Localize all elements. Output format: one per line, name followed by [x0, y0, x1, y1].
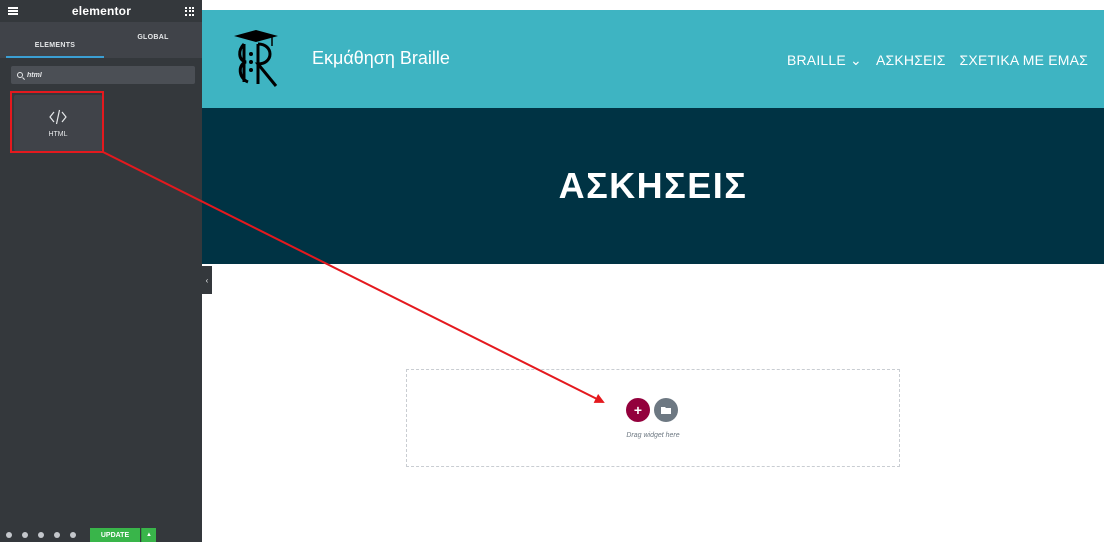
collapse-panel-icon[interactable]: ‹	[202, 266, 212, 294]
dropzone-buttons: +	[626, 398, 678, 422]
update-button[interactable]: UPDATE	[90, 528, 140, 542]
search-input[interactable]	[27, 71, 177, 79]
nav-item-exercises[interactable]: ΑΣΚΗΣΕΙΣ	[876, 52, 946, 69]
preview-eye-icon[interactable]	[70, 532, 76, 538]
tab-global[interactable]: GLOBAL	[104, 14, 202, 70]
page-title: ΑΣΚΗΣΕΙΣ	[558, 165, 748, 206]
add-template-button[interactable]	[654, 398, 678, 422]
tab-global-label: GLOBAL	[137, 34, 169, 41]
dropzone-hint: Drag widget here	[626, 432, 680, 439]
hero-section: ΑΣΚΗΣΕΙΣ	[202, 108, 1104, 264]
history-icon[interactable]	[38, 532, 44, 538]
highlight-box	[10, 91, 104, 153]
nav-item-about[interactable]: ΣΧΕΤΙΚΑ ΜΕ ΕΜΑΣ	[960, 52, 1088, 69]
responsive-icon[interactable]	[54, 532, 60, 538]
folder-icon	[661, 407, 671, 414]
update-options-icon[interactable]: ▲	[141, 528, 156, 542]
sidebar-footer: UPDATE ▲	[0, 528, 202, 542]
search-icon	[17, 72, 23, 78]
menu-icon[interactable]	[8, 7, 18, 15]
site-title[interactable]: Εκμάθηση Braille	[312, 48, 450, 69]
nav-item-braille[interactable]: BRAILLE ⌄	[787, 52, 862, 69]
tab-elements-label: ELEMENTS	[34, 42, 76, 49]
site-nav: BRAILLE ⌄ ΑΣΚΗΣΕΙΣ ΣΧΕΤΙΚΑ ΜΕ ΕΜΑΣ	[787, 52, 1088, 69]
empty-section-dropzone[interactable]: + Drag widget here	[406, 369, 900, 467]
site-header: Εκμάθηση Braille BRAILLE ⌄ ΑΣΚΗΣΕΙΣ ΣΧΕΤ…	[202, 10, 1104, 108]
settings-icon[interactable]	[6, 532, 12, 538]
navigator-icon[interactable]	[22, 532, 28, 538]
editor-sidebar: elementor ELEMENTS GLOBAL HTML UPDATE ▲	[0, 0, 202, 542]
braille-logo	[234, 30, 278, 87]
add-section-button[interactable]: +	[626, 398, 650, 422]
panel-tabs: ELEMENTS GLOBAL	[0, 22, 202, 58]
widget-search[interactable]	[11, 66, 195, 84]
tab-elements[interactable]: ELEMENTS	[6, 22, 104, 58]
